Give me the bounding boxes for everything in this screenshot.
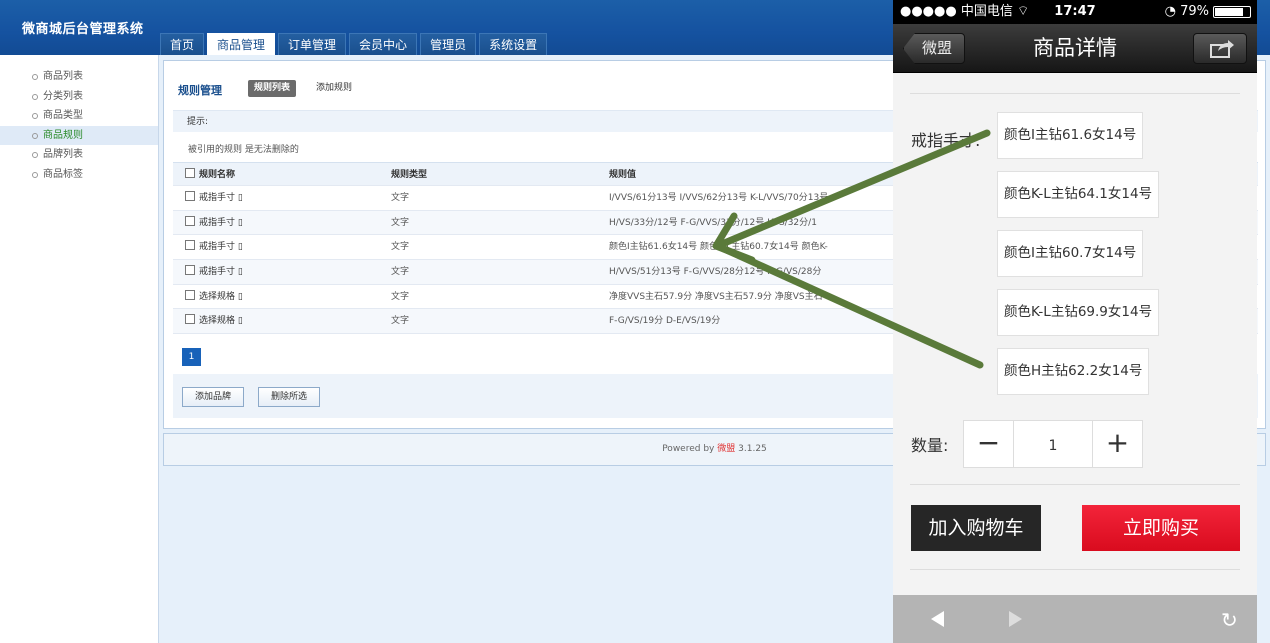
share-button[interactable] [1193, 33, 1247, 64]
row-checkbox[interactable] [185, 289, 195, 300]
tip-text: 被引用的规则 是无法删除的 [188, 145, 299, 155]
delete-selected-button[interactable]: 删除所选 [258, 387, 321, 407]
quantity-value[interactable]: 1 [1014, 421, 1092, 471]
row-name-cell: 戒指手寸 ▯ [185, 186, 365, 210]
add-brand-button[interactable]: 添加品牌 [182, 387, 245, 407]
row-value: 颜色I主钻61.6女14号 颜色K-L主钻60.7女14号 颜色K- [609, 242, 828, 253]
battery-icon [1213, 6, 1251, 18]
admin-nav-tabs: 首页 商品管理 订单管理 会员中心 管理员 系统设置 [160, 33, 548, 55]
footer-powered-by: Powered by [662, 444, 715, 454]
divider [910, 484, 1240, 485]
row-name-cell: 戒指手寸 ▯ [185, 260, 365, 284]
row-value: I/VVS/61分13号 I/VVS/62分13号 K-L/VVS/70分13号 [609, 193, 829, 203]
quantity-label: 数量: [911, 436, 949, 455]
row-checkbox[interactable] [185, 314, 195, 325]
header-cell-type: 规则类型 [391, 170, 428, 180]
footer-version: 3.1.25 [738, 444, 767, 454]
row-value: H/VVS/51分13号 F-G/VVS/28分12号 F-G/VS/28分 [609, 267, 822, 278]
row-name-cell: 戒指手寸 ▯ [185, 211, 365, 235]
select-all-checkbox[interactable] [185, 168, 195, 178]
tab-rule-list[interactable]: 规则列表 [248, 80, 297, 97]
page-title: 规则管理 [178, 84, 222, 97]
row-name: 戒指手寸 ▯ [199, 242, 243, 253]
nav-tab-admins[interactable]: 管理员 [420, 33, 477, 55]
ring-size-option[interactable]: 颜色K-L主钻69.9女14号 [997, 289, 1160, 336]
nav-tab-orders[interactable]: 订单管理 [278, 33, 347, 55]
row-name: 戒指手寸 ▯ [199, 193, 243, 203]
row-value: H/VS/33分/12号 F-G/VVS/33分/12号 I/VS/32分/1 [609, 217, 817, 228]
ios-status-bar: ●●●●● 中国电信 ⌔ 17:47 ◔ 79% [893, 0, 1257, 24]
increase-quantity-button[interactable]: + [1092, 421, 1142, 467]
sidebar-item-product-tags[interactable]: 商品标签 [0, 165, 158, 185]
nav-tab-home[interactable]: 首页 [160, 33, 205, 55]
add-to-cart-button[interactable]: 加入购物车 [911, 505, 1041, 551]
buy-now-button[interactable]: 立即购买 [1082, 505, 1240, 551]
row-name-cell: 选择规格 ▯ [185, 285, 365, 309]
ring-size-option[interactable]: 颜色K-L主钻64.1女14号 [997, 171, 1160, 218]
decrease-quantity-button[interactable]: − [964, 421, 1014, 467]
ring-size-label: 戒指手寸: [911, 131, 981, 150]
ring-size-option[interactable]: 颜色I主钻61.6女14号 [997, 112, 1144, 159]
sidebar-item-product-types[interactable]: 商品类型 [0, 106, 158, 126]
row-checkbox[interactable] [185, 215, 195, 226]
ring-size-option[interactable]: 颜色I主钻60.7女14号 [997, 230, 1144, 277]
row-type: 文字 [391, 242, 410, 253]
header-cell-name: 规则名称 [185, 163, 365, 187]
row-type: 文字 [391, 316, 410, 327]
header-name-label: 规则名称 [199, 170, 236, 180]
phone-screenshot: ●●●●● 中国电信 ⌔ 17:47 ◔ 79% 商品详情 微盟 戒指手寸: 颜… [893, 0, 1257, 643]
row-checkbox[interactable] [185, 191, 195, 201]
row-name: 戒指手寸 ▯ [199, 267, 243, 278]
row-value: 净度VVS主石57.9分 净度VS主石57.9分 净度VS主石 [609, 291, 823, 302]
share-icon [1210, 40, 1234, 58]
row-type: 文字 [391, 193, 410, 203]
sidebar-item-product-list[interactable]: 商品列表 [0, 67, 158, 87]
tab-add-rule[interactable]: 添加规则 [310, 80, 358, 97]
nav-tab-settings[interactable]: 系统设置 [479, 33, 548, 55]
row-name-cell: 选择规格 ▯ [185, 309, 365, 333]
browser-forward-icon[interactable] [1009, 611, 1022, 627]
header-cell-value: 规则值 [609, 170, 637, 180]
row-type: 文字 [391, 291, 410, 302]
row-name: 戒指手寸 ▯ [199, 217, 243, 228]
footer-brand: 微盟 [717, 444, 736, 454]
reload-icon[interactable]: ↻ [1221, 608, 1238, 632]
row-type: 文字 [391, 267, 410, 278]
back-button[interactable]: 微盟 [903, 33, 965, 64]
browser-back-icon[interactable] [931, 611, 944, 627]
browser-toolbar: ↻ [893, 595, 1257, 643]
divider [910, 93, 1240, 94]
row-name: 选择规格 ▯ [199, 291, 243, 302]
row-name-cell: 戒指手寸 ▯ [185, 235, 365, 259]
nav-tab-products[interactable]: 商品管理 [207, 33, 276, 55]
sidebar-item-product-rules[interactable]: 商品规则 [0, 125, 158, 146]
admin-brand-title: 微商城后台管理系统 [22, 22, 144, 37]
status-battery-group: ◔ 79% [1165, 0, 1251, 24]
sidebar-item-category-list[interactable]: 分类列表 [0, 87, 158, 107]
sidebar-item-brand-list[interactable]: 品牌列表 [0, 145, 158, 165]
row-type: 文字 [391, 217, 410, 228]
sidebar: 商品列表 分类列表 商品类型 商品规则 品牌列表 商品标签 [0, 55, 159, 643]
row-checkbox[interactable] [185, 240, 195, 251]
phone-nav-bar: 商品详情 微盟 [893, 24, 1257, 73]
row-checkbox[interactable] [185, 265, 195, 276]
row-value: F-G/VS/19分 D-E/VS/19分 [609, 316, 721, 327]
nav-tab-members[interactable]: 会员中心 [349, 33, 418, 55]
pagination-page-1[interactable]: 1 [182, 348, 201, 366]
ring-size-option[interactable]: 颜色H主钻62.2女14号 [997, 348, 1150, 395]
quantity-stepper: − 1 + [963, 420, 1143, 468]
divider [910, 569, 1240, 570]
battery-percent: ◔ 79% [1164, 4, 1209, 19]
row-name: 选择规格 ▯ [199, 316, 243, 327]
